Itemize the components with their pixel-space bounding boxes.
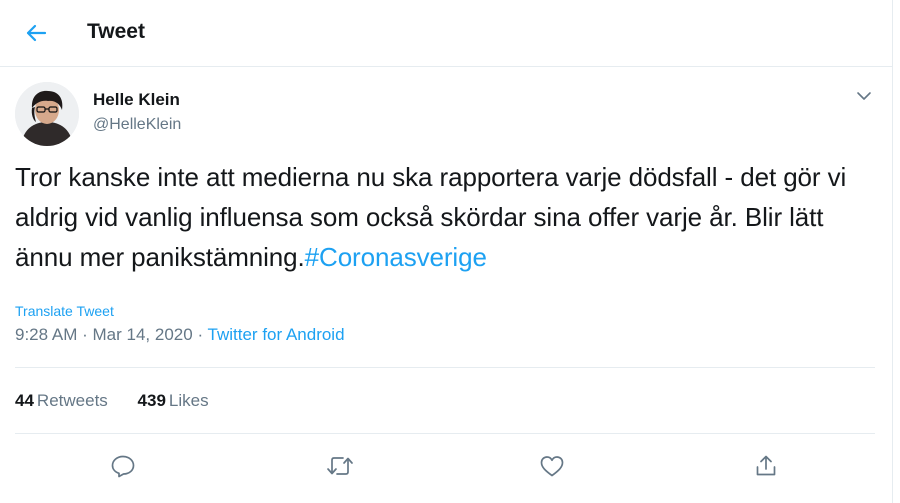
tweet-source-link[interactable]: Twitter for Android — [208, 325, 345, 344]
author-name[interactable]: Helle Klein — [93, 90, 180, 110]
retweet-button[interactable] — [323, 450, 357, 482]
page-title: Tweet — [87, 20, 145, 43]
back-button[interactable] — [18, 16, 54, 50]
retweets-count: 44 — [15, 391, 34, 410]
share-icon — [754, 454, 778, 478]
like-button[interactable] — [535, 450, 569, 482]
divider — [15, 433, 875, 434]
likes-label: Likes — [168, 391, 209, 410]
retweets-label: Retweets — [36, 391, 108, 410]
tweet-time[interactable]: 9:28 AM — [15, 325, 77, 344]
retweet-icon — [326, 454, 354, 478]
avatar[interactable] — [15, 82, 79, 146]
meta-separator: · — [82, 325, 88, 344]
retweets-stat[interactable]: 44 Retweets — [15, 391, 108, 411]
author-handle[interactable]: @HelleKlein — [93, 116, 181, 134]
reply-button[interactable] — [106, 450, 140, 482]
translate-tweet-link[interactable]: Translate Tweet — [15, 303, 114, 319]
tweet-options-button[interactable] — [852, 86, 876, 106]
meta-separator: · — [197, 325, 204, 344]
tweet-text: Tror kanske inte att medierna nu ska rap… — [15, 157, 875, 277]
hashtag-link[interactable]: #Coronasverige — [305, 242, 487, 272]
chevron-down-icon — [856, 91, 872, 101]
share-button[interactable] — [749, 450, 783, 482]
heart-icon — [539, 454, 565, 478]
divider — [15, 367, 875, 368]
header-bar: Tweet — [0, 0, 892, 67]
arrow-left-icon — [25, 23, 47, 43]
tweet-detail-view: Tweet Helle Klein @HelleKlein Tror kansk… — [0, 0, 893, 503]
likes-stat[interactable]: 439 Likes — [138, 391, 209, 411]
tweet-metadata: 9:28 AM · Mar 14, 2020 · Twitter for And… — [15, 325, 345, 345]
tweet-date[interactable]: Mar 14, 2020 — [93, 325, 193, 344]
likes-count: 439 — [137, 391, 166, 410]
reply-icon — [110, 454, 136, 478]
tweet-stats: 44 Retweets 439 Likes — [15, 391, 234, 411]
